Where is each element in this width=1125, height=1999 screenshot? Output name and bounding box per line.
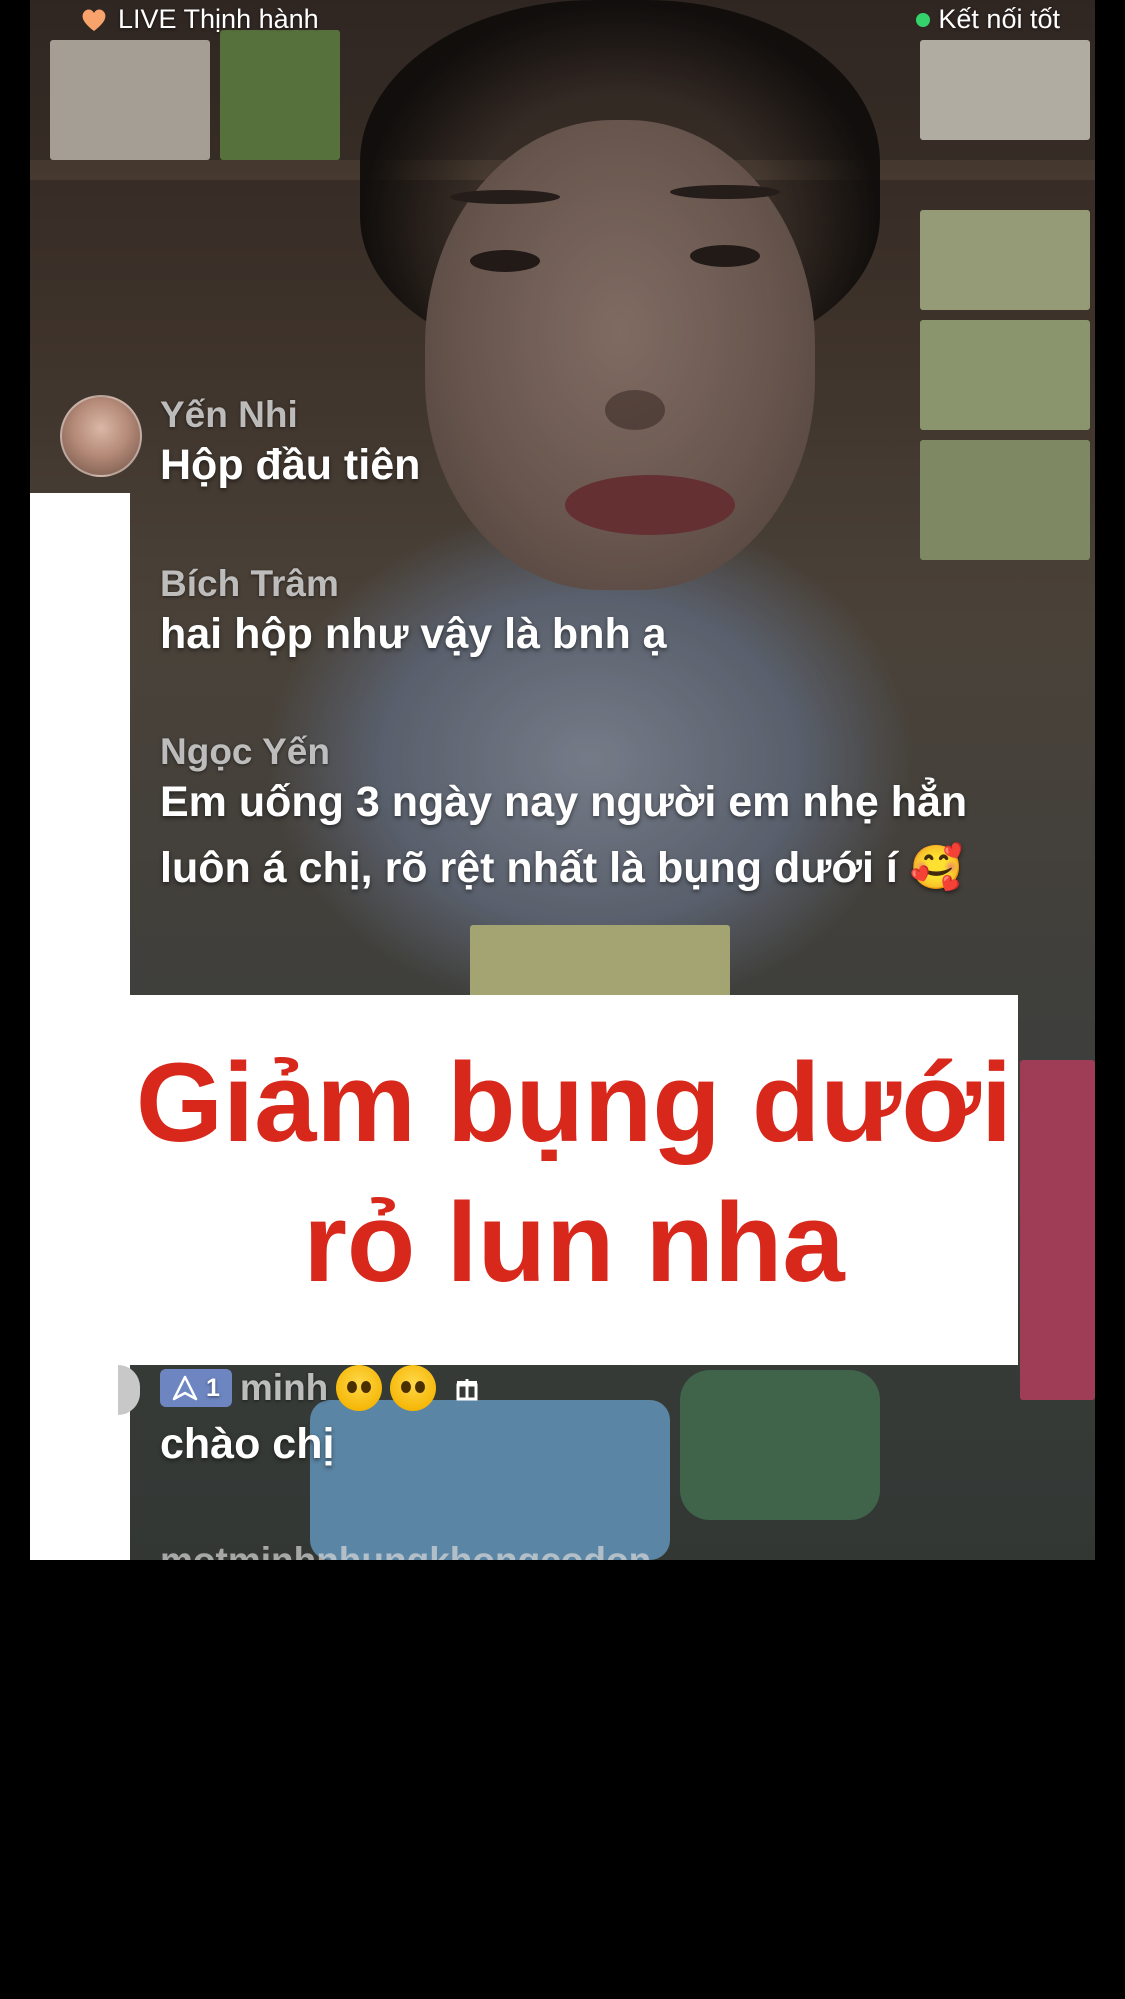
comment-text: Hộp đầu tiên [160,441,421,489]
comment-text-line-1: Em uống 3 ngày nay người em nhẹ hẳn [160,778,968,826]
comment-text-line-2: luôn á chị, rõ rệt nhất là bụng dưới í 🥰 [160,844,964,892]
comment-username-partial[interactable]: motminhnhungkhongcodon [160,1540,651,1560]
level-badge: 1 [160,1369,232,1407]
pleading-face-icon [336,1365,383,1411]
caption-text: Giảm bụng dưới rỏ lun nha [130,995,1018,1313]
comment-username[interactable]: Bích Trâm [160,563,667,605]
level-number: 1 [206,1373,220,1402]
pleading-face-icon [390,1365,437,1411]
comment-item: Bích Trâm hai hộp như vậy là bnh ạ [160,563,667,667]
comment-text: chào chị [160,1420,335,1468]
top-status-bar: LIVE Thịnh hành Kết nối tốt [0,0,1125,44]
connection-text: Kết nối tốt [938,4,1060,34]
comment-username[interactable]: Ngọc Yến [160,731,967,773]
caption-line-2: rỏ lun nha [303,1180,845,1305]
connection-dot-icon [916,12,931,27]
navigation-arrow-icon [172,1375,198,1401]
caption-overlay: Giảm bụng dưới rỏ lun nha [130,995,1018,1365]
gift-icon [456,1379,478,1401]
live-trending-label[interactable]: LIVE Thịnh hành [80,4,319,35]
comment-text: hai hộp như vậy là bnh ạ [160,610,667,658]
comment-user-row: 1 minh [160,1365,478,1411]
connection-status: Kết nối tốt [916,4,1060,35]
comment-username[interactable]: minh [240,1367,328,1409]
comment-item: Ngọc Yến Em uống 3 ngày nay người em nhẹ… [160,731,967,901]
comment-item: Yến Nhi Hộp đầu tiên [160,394,420,498]
heart-icon [82,8,106,31]
comment-username[interactable]: Yến Nhi [160,394,420,436]
caption-line-1: Giảm bụng dưới [135,1040,1013,1165]
live-label-text: LIVE Thịnh hành [118,4,319,34]
white-panel [30,493,130,1560]
avatar[interactable] [60,395,142,477]
comment-item: 1 minh chào chị [160,1365,478,1477]
